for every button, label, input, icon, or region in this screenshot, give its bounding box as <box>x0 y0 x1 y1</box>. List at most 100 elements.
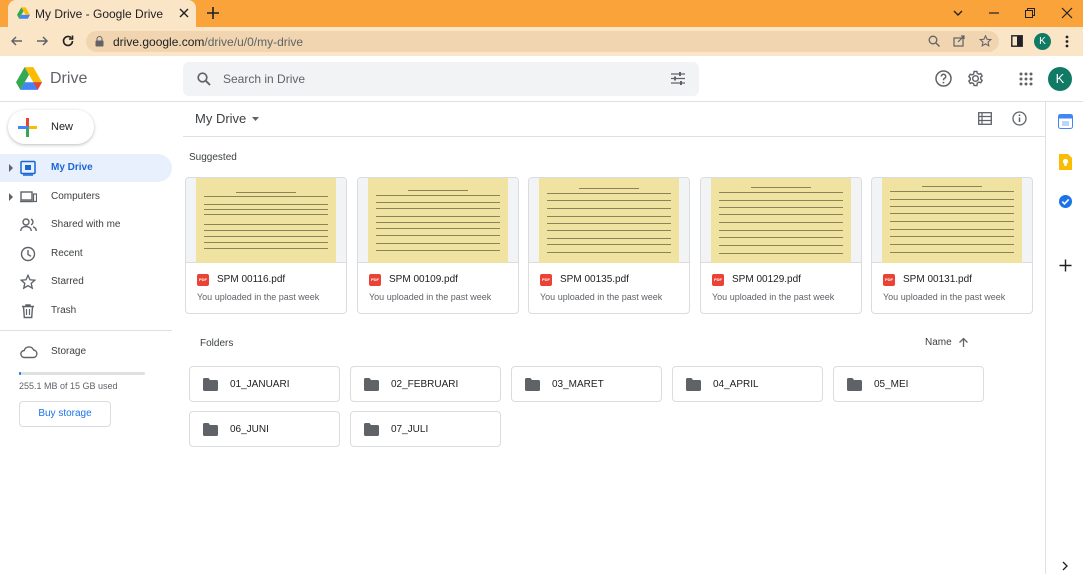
new-tab-icon[interactable] <box>206 6 220 20</box>
sidebar-item-recent[interactable]: Recent <box>0 240 172 268</box>
document-line <box>751 187 811 188</box>
settings-gear-icon[interactable] <box>967 70 984 87</box>
file-activity: You uploaded in the past week <box>540 292 663 302</box>
document-line <box>547 230 671 231</box>
document-line <box>204 214 328 215</box>
folder-item[interactable]: 07_JULI <box>350 411 501 447</box>
sidebar-item-trash[interactable]: Trash <box>0 297 172 325</box>
document-line <box>719 207 843 208</box>
suggested-file-card[interactable]: PDF SPM 00109.pdf You uploaded in the past… <box>357 177 519 314</box>
folder-item[interactable]: 03_MARET <box>511 366 662 402</box>
browser-menu-icon[interactable] <box>1065 35 1069 48</box>
document-preview <box>539 178 679 263</box>
folder-item[interactable]: 02_FEBRUARI <box>350 366 501 402</box>
suggested-file-card[interactable]: PDF SPM 00129.pdf You uploaded in the past… <box>700 177 862 314</box>
browser-tab[interactable]: My Drive - Google Drive <box>8 0 196 27</box>
tab-search-chevron-icon[interactable] <box>951 6 965 20</box>
tasks-icon[interactable] <box>1058 194 1073 209</box>
forward-icon[interactable] <box>35 34 49 48</box>
document-line <box>547 252 671 253</box>
calendar-icon[interactable] <box>1058 114 1073 129</box>
add-addon-icon[interactable] <box>1059 259 1072 272</box>
folder-item[interactable]: 06_JUNI <box>189 411 340 447</box>
document-preview <box>368 178 508 263</box>
file-thumbnail <box>872 178 1032 263</box>
document-line <box>719 222 843 223</box>
document-line <box>376 250 500 251</box>
document-line <box>236 192 296 193</box>
search-input[interactable] <box>223 66 643 92</box>
app-name[interactable]: Drive <box>50 70 87 88</box>
suggested-file-card[interactable]: PDF SPM 00135.pdf You uploaded in the past… <box>528 177 690 314</box>
pdf-file-icon: PDF <box>883 274 895 286</box>
info-icon[interactable] <box>1012 111 1027 126</box>
url-text[interactable]: drive.google.com/drive/u/0/my-drive <box>113 35 303 49</box>
sidebar-item-storage[interactable]: Storage <box>0 338 172 366</box>
file-thumbnail <box>186 178 346 263</box>
sidebar-item-computers[interactable]: Computers <box>0 183 172 211</box>
document-line <box>204 204 328 205</box>
help-icon[interactable] <box>935 70 952 87</box>
document-line <box>547 244 671 245</box>
search-icon[interactable] <box>197 72 211 86</box>
list-view-icon[interactable] <box>978 112 992 125</box>
restore-icon[interactable] <box>1023 6 1037 20</box>
document-line <box>890 236 1014 237</box>
minimize-icon[interactable] <box>987 6 1001 20</box>
expand-arrow-icon[interactable] <box>9 164 13 172</box>
main-divider <box>183 136 1045 137</box>
sidebar-item-my-drive[interactable]: My Drive <box>0 154 172 182</box>
document-line <box>204 248 328 249</box>
reload-icon[interactable] <box>61 34 75 48</box>
hide-panel-chevron-icon[interactable] <box>1062 561 1069 571</box>
document-line <box>376 216 500 217</box>
storage-progress-fill <box>19 372 22 375</box>
folder-name: 01_JANUARI <box>230 379 290 390</box>
document-line <box>922 186 982 187</box>
document-line <box>719 192 843 193</box>
side-panel-icon[interactable] <box>1011 35 1023 47</box>
account-avatar[interactable]: K <box>1048 67 1072 91</box>
search-options-icon[interactable] <box>671 72 685 85</box>
bookmark-star-icon[interactable] <box>979 35 992 47</box>
document-line <box>376 235 500 236</box>
document-line <box>719 200 843 201</box>
browser-profile-avatar[interactable]: K <box>1034 33 1051 50</box>
file-activity: You uploaded in the past week <box>712 292 835 302</box>
lock-icon[interactable] <box>95 36 104 47</box>
sort-by-name-button[interactable]: Name <box>925 337 952 348</box>
folders-heading: Folders <box>200 338 234 349</box>
dropdown-arrow-icon[interactable] <box>251 116 260 122</box>
file-name: SPM 00135.pdf <box>560 274 629 285</box>
sidebar-item-shared-with-me[interactable]: Shared with me <box>0 211 172 239</box>
folder-item[interactable]: 04_APRIL <box>672 366 823 402</box>
suggested-file-card[interactable]: PDF SPM 00131.pdf You uploaded in the past… <box>871 177 1033 314</box>
suggested-file-card[interactable]: PDF SPM 00116.pdf You uploaded in the past… <box>185 177 347 314</box>
apps-grid-icon[interactable] <box>1019 72 1033 86</box>
zoom-icon[interactable] <box>928 35 940 47</box>
sort-arrow-up-icon[interactable] <box>958 337 969 348</box>
buy-storage-button[interactable]: Buy storage <box>19 401 111 427</box>
file-name: SPM 00131.pdf <box>903 274 972 285</box>
sidebar-divider <box>0 330 172 331</box>
back-icon[interactable] <box>10 34 24 48</box>
storage-used-text: 255.1 MB of 15 GB used <box>19 381 118 391</box>
share-icon[interactable] <box>953 35 966 47</box>
pdf-file-icon: PDF <box>369 274 381 286</box>
document-line <box>376 243 500 244</box>
file-activity: You uploaded in the past week <box>197 292 320 302</box>
folder-item[interactable]: 05_MEI <box>833 366 984 402</box>
sidebar-item-label: My Drive <box>51 162 93 173</box>
page-title[interactable]: My Drive <box>195 111 246 126</box>
folder-icon <box>686 378 701 391</box>
folder-icon <box>203 423 218 436</box>
close-tab-icon[interactable] <box>178 7 190 19</box>
expand-arrow-icon[interactable] <box>9 193 13 201</box>
sidebar-item-starred[interactable]: Starred <box>0 268 172 296</box>
close-window-icon[interactable] <box>1060 6 1074 20</box>
folder-icon <box>364 378 379 391</box>
drive-logo-icon[interactable] <box>16 67 42 90</box>
document-line <box>719 253 843 254</box>
keep-icon[interactable] <box>1058 154 1073 170</box>
folder-item[interactable]: 01_JANUARI <box>189 366 340 402</box>
